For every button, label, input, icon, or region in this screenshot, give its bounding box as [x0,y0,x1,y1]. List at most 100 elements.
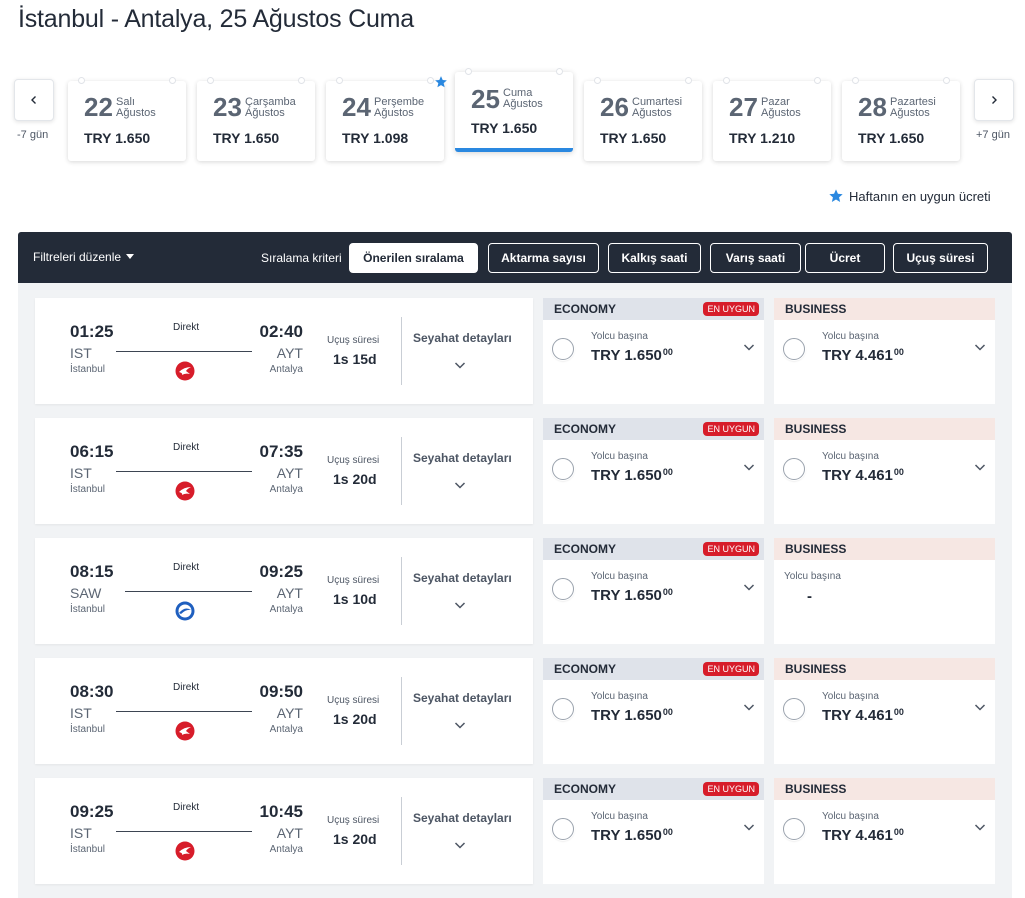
business-fare-option[interactable]: BUSINESS Yolcu başına TRY 4.46100 [774,658,995,764]
economy-label: ECONOMY [554,302,617,316]
chevron-down-icon[interactable] [973,820,987,834]
date-month: Ağustos [503,98,543,110]
date-card[interactable]: 28 Pazartesi Ağustos TRY 1.650 [842,77,960,161]
departure-city: İstanbul [70,844,106,855]
card-notch [814,77,821,84]
date-day-number: 23 [213,92,242,122]
chevron-down-icon[interactable] [453,718,467,732]
chevron-down-icon[interactable] [453,838,467,852]
date-card[interactable]: 23 Çarşamba Ağustos TRY 1.650 [197,77,315,161]
chevron-down-icon[interactable] [453,478,467,492]
direct-label: Direkt [173,682,200,693]
date-month: Ağustos [245,107,285,119]
divider [401,437,402,505]
economy-fare-option[interactable]: ECONOMY EN UYGUN Yolcu başına TRY 1.65000 [543,298,764,404]
business-fare-option[interactable]: BUSINESS Yolcu başına TRY 4.46100 [774,298,995,404]
business-fare-option[interactable]: BUSINESS Yolcu başına TRY 4.46100 [774,418,995,524]
travel-details-link[interactable]: Seyahat detayları [413,451,512,465]
chevron-down-icon[interactable] [742,820,756,834]
flight-info-card: 01:25 IST İstanbul Direkt 02:40 AYT Antalya Uçu… [35,298,533,404]
best-price-badge: EN UYGUN [703,422,759,436]
economy-fare-option[interactable]: ECONOMY EN UYGUN Yolcu başına TRY 1.65000 [543,538,764,644]
departure-city: İstanbul [70,604,106,615]
arrival-airport-code: AYT [276,465,303,481]
sort-button[interactable]: Önerilen sıralama [349,243,478,273]
departure-city: İstanbul [70,484,106,495]
date-price: TRY 1.650 [471,120,538,136]
date-card[interactable]: 27 Pazar Ağustos TRY 1.210 [713,77,831,161]
business-radio[interactable] [783,818,805,840]
economy-fare-option[interactable]: ECONOMY EN UYGUN Yolcu başına TRY 1.65000 [543,658,764,764]
economy-fare-option[interactable]: ECONOMY EN UYGUN Yolcu başına TRY 1.65000 [543,778,764,884]
next-week-label[interactable]: +7 gün [976,129,1010,141]
previous-week-button[interactable] [14,79,54,121]
sort-button[interactable]: Aktarma sayısı [488,243,599,273]
direct-label: Direkt [173,802,200,813]
chevron-down-icon[interactable] [973,340,987,354]
date-card[interactable]: 26 Cumartesi Ağustos TRY 1.650 [584,77,702,161]
departure-airport-code: IST [70,345,92,361]
economy-radio[interactable] [552,698,574,720]
economy-header: ECONOMY EN UYGUN [543,298,764,320]
flight-duration-label: Uçuş süresi [327,335,380,346]
travel-details-link[interactable]: Seyahat detayları [413,811,512,825]
next-week-button[interactable] [974,79,1014,121]
card-notch [852,77,859,84]
economy-price-cents: 00 [662,587,673,597]
chevron-down-icon[interactable] [453,598,467,612]
date-card[interactable]: 22 Salı Ağustos TRY 1.650 [68,77,186,161]
travel-details-link[interactable]: Seyahat detayları [413,331,512,345]
economy-fare-option[interactable]: ECONOMY EN UYGUN Yolcu başına TRY 1.65000 [543,418,764,524]
sort-button[interactable]: Varış saati [710,243,801,273]
chevron-down-icon[interactable] [742,340,756,354]
business-header: BUSINESS [774,538,995,560]
route-line [116,471,252,472]
economy-radio[interactable] [552,338,574,360]
date-card[interactable]: 25 Cuma Ağustos TRY 1.650 [455,68,573,152]
business-fare-option[interactable]: BUSINESS Yolcu başına TRY 4.46100 [774,778,995,884]
chevron-down-icon[interactable] [973,460,987,474]
edit-filters-label: Filtreleri düzenle [33,250,122,264]
previous-week-label[interactable]: -7 gün [17,129,48,141]
sort-button[interactable]: Uçuş süresi [893,243,988,273]
travel-details-link[interactable]: Seyahat detayları [413,691,512,705]
per-passenger-label: Yolcu başına [591,451,648,462]
business-radio[interactable] [783,338,805,360]
economy-radio[interactable] [552,578,574,600]
route-line [116,711,252,712]
card-notch [298,77,305,84]
arrival-airport-code: AYT [276,345,303,361]
travel-details-link[interactable]: Seyahat detayları [413,571,512,585]
chevron-down-icon[interactable] [742,700,756,714]
business-price: TRY 4.46100 [822,467,904,484]
business-radio[interactable] [783,458,805,480]
economy-label: ECONOMY [554,662,617,676]
sort-button[interactable]: Ücret [805,243,885,273]
flight-row: 09:25 IST İstanbul Direkt 10:45 AYT Antalya Uçu… [35,778,996,884]
economy-price: TRY 1.65000 [591,587,673,604]
flight-info-card: 09:25 IST İstanbul Direkt 10:45 AYT Antalya Uçu… [35,778,533,884]
date-price: TRY 1.650 [84,130,151,146]
chevron-down-icon[interactable] [453,358,467,372]
business-label: BUSINESS [785,782,847,796]
card-notch [78,77,85,84]
flight-duration-label: Uçuş süresi [327,455,380,466]
business-price-main: TRY 4.461 [822,347,893,364]
flight-duration: 1s 20d [333,831,377,847]
per-passenger-label: Yolcu başına [822,451,879,462]
economy-radio[interactable] [552,818,574,840]
edit-filters-button[interactable]: Filtreleri düzenle [33,250,135,264]
sort-button[interactable]: Kalkış saati [608,243,701,273]
arrival-city: Antalya [269,844,303,855]
arrival-city: Antalya [269,484,303,495]
arrival-time: 02:40 [259,322,303,341]
business-radio[interactable] [783,698,805,720]
date-card[interactable]: 24 Perşembe Ağustos TRY 1.098 [326,76,447,161]
direct-label: Direkt [173,562,200,573]
chevron-down-icon[interactable] [973,700,987,714]
chevron-down-icon[interactable] [742,460,756,474]
best-price-badge: EN UYGUN [703,662,759,676]
chevron-down-icon[interactable] [742,580,756,594]
economy-radio[interactable] [552,458,574,480]
card-notch [723,77,730,84]
